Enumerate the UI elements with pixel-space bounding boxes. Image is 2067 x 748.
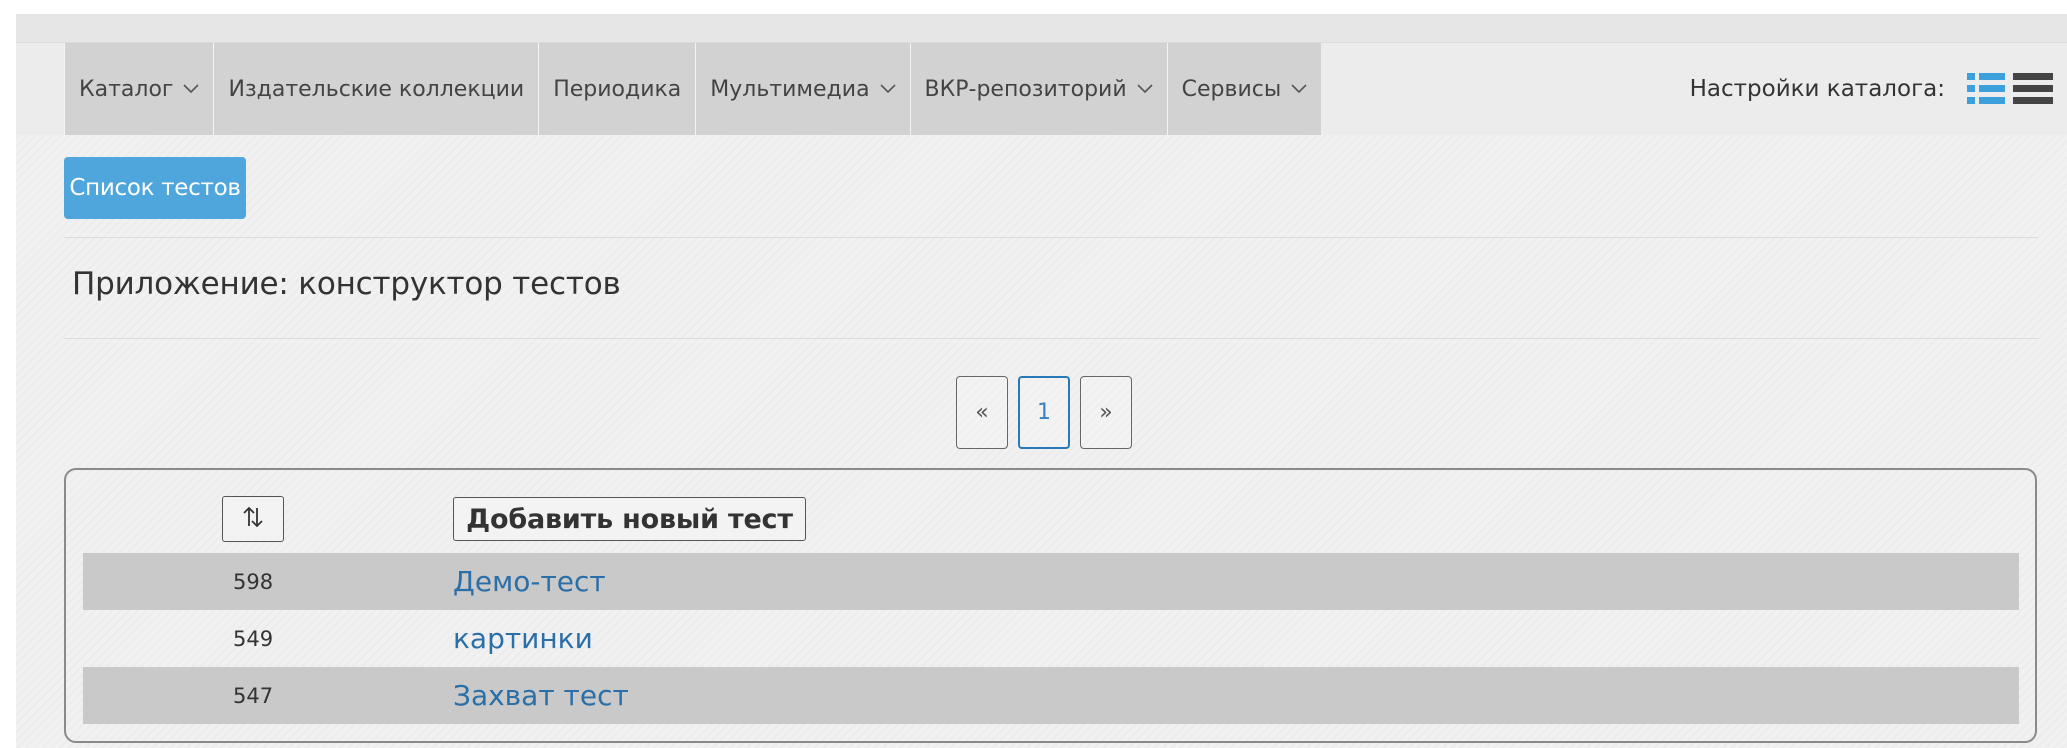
divider <box>64 338 2038 339</box>
sort-arrows-icon <box>240 504 266 534</box>
nav-item-publisher-collections[interactable]: Издательские коллекции <box>213 43 539 135</box>
chevron-down-icon <box>1291 81 1307 97</box>
test-id: 549 <box>233 626 274 651</box>
catalog-settings-label: Настройки каталога: <box>1689 76 1945 102</box>
nav-item-multimedia[interactable]: Мультимедиа <box>695 43 910 135</box>
nav-item-label: Мультимедиа <box>710 76 870 102</box>
test-title-link[interactable]: Демо-тест <box>453 565 606 598</box>
table-row: 598 Демо-тест <box>83 553 2019 610</box>
nav-item-catalog[interactable]: Каталог <box>64 43 214 135</box>
divider <box>64 237 2038 238</box>
catalog-settings: Настройки каталога: <box>1690 43 2053 135</box>
list-view-icon[interactable] <box>1967 67 2007 111</box>
nav-item-vkr-repository[interactable]: ВКР-репозиторий <box>909 43 1167 135</box>
test-title-link[interactable]: Захват тест <box>453 679 629 712</box>
page: Каталог Издательские коллекции Периодика… <box>0 0 2067 748</box>
top-strip <box>16 14 2067 42</box>
nav-item-label: Издательские коллекции <box>228 76 525 102</box>
pagination-prev-button[interactable]: « <box>956 376 1008 449</box>
test-id: 547 <box>233 683 274 708</box>
nav-item-label: Каталог <box>79 76 174 102</box>
nav-item-label: ВКР-репозиторий <box>924 76 1127 102</box>
test-id: 598 <box>233 569 274 594</box>
test-title-link[interactable]: картинки <box>453 622 593 655</box>
pagination: « 1 » <box>956 376 1142 449</box>
nav-item-services[interactable]: Сервисы <box>1166 43 1322 135</box>
pagination-page-1[interactable]: 1 <box>1018 376 1070 449</box>
compact-list-view-icon[interactable] <box>2013 67 2053 111</box>
chevron-down-icon <box>1137 81 1153 97</box>
nav-menu: Каталог Издательские коллекции Периодика… <box>64 43 1322 135</box>
table-row: 549 картинки <box>83 610 2019 667</box>
chevron-down-icon <box>879 81 896 97</box>
page-top-margin <box>0 0 2067 14</box>
page-left-margin <box>0 0 16 748</box>
add-test-button[interactable]: Добавить новый тест <box>453 497 806 541</box>
nav-item-label: Сервисы <box>1181 76 1282 102</box>
nav-item-label: Периодика <box>553 76 682 102</box>
tests-list-button[interactable]: Список тестов <box>64 157 246 219</box>
pagination-next-button[interactable]: » <box>1080 376 1132 449</box>
table-row: 547 Захват тест <box>83 667 2019 724</box>
main-navbar: Каталог Издательские коллекции Периодика… <box>16 42 2067 135</box>
nav-item-periodicals[interactable]: Периодика <box>538 43 696 135</box>
page-title: Приложение: конструктор тестов <box>72 266 621 302</box>
chevron-down-icon <box>183 81 200 97</box>
sort-button[interactable] <box>222 496 284 542</box>
